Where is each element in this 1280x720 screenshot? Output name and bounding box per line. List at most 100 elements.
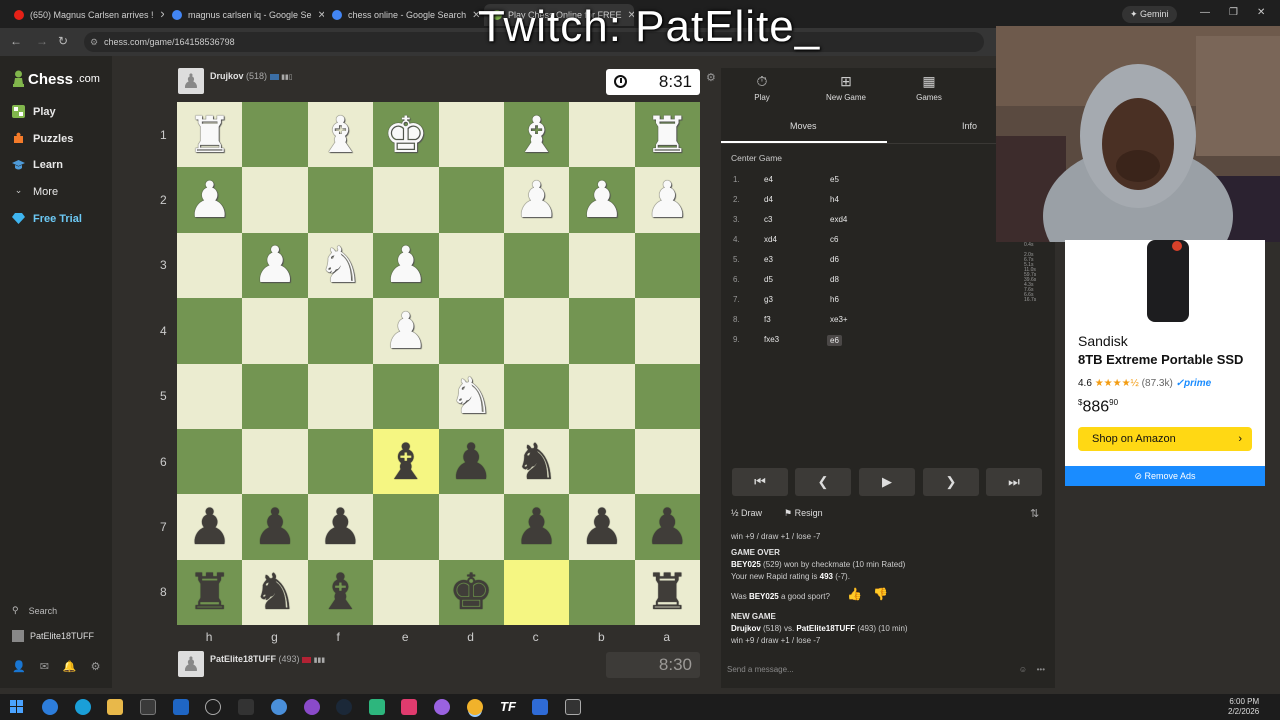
chat-name[interactable]: BEY025 (749, 592, 779, 601)
app-icon[interactable]: TF (500, 699, 516, 715)
browser-tab-google-1[interactable]: magnus carlsen iq - Google Se ✕ (164, 4, 324, 26)
board-square[interactable]: ♝ (307, 559, 374, 625)
board-square[interactable] (569, 298, 635, 364)
white-move[interactable]: fxe3 (764, 335, 779, 344)
outlook-icon[interactable] (173, 699, 189, 715)
board-square[interactable] (438, 167, 504, 233)
white-move[interactable]: f3 (764, 315, 771, 324)
ad-product-title[interactable]: 8TB Extreme Portable SSD (1078, 352, 1243, 367)
play-moves-button[interactable]: ▶ (859, 468, 915, 496)
board-square[interactable] (569, 102, 635, 168)
board-square[interactable] (177, 428, 243, 495)
system-clock[interactable]: 6:00 PM 2/2/2026 (1228, 697, 1259, 717)
white-rook-piece[interactable]: ♜ (645, 110, 690, 160)
black-knight-piece[interactable]: ♞ (253, 567, 298, 617)
board-square[interactable] (503, 232, 570, 299)
tiktok-icon[interactable] (401, 699, 417, 715)
black-pawn-piece[interactable]: ♟ (580, 502, 625, 552)
board-square[interactable]: ♚ (373, 102, 439, 168)
tab-games[interactable]: ▦ Games (889, 73, 969, 102)
file-explorer-icon[interactable] (107, 699, 123, 715)
messages-icon[interactable]: ✉ (40, 660, 49, 673)
chat-name[interactable]: Drujkov (731, 624, 761, 633)
black-bishop-piece[interactable]: ♝ (318, 567, 363, 617)
black-rook-piece[interactable]: ♜ (187, 567, 232, 617)
board-square[interactable] (569, 363, 635, 429)
board-square[interactable] (242, 363, 308, 429)
board-settings-icon[interactable]: ⚙ (706, 71, 716, 84)
white-pawn-piece[interactable]: ♟ (187, 175, 232, 225)
edge-icon[interactable] (75, 699, 91, 715)
gemini-button[interactable]: ✦ Gemini (1122, 6, 1177, 23)
black-move[interactable]: xe3+ (830, 315, 848, 324)
board-square[interactable] (242, 102, 308, 168)
board-square[interactable]: ♟ (373, 298, 439, 364)
forward-icon[interactable]: → (36, 34, 48, 48)
sidebar-item-play[interactable]: Play (12, 105, 56, 118)
first-move-button[interactable]: ⏮ (732, 468, 788, 496)
chat-input[interactable]: Send a message... ☺ ••• (721, 660, 1055, 680)
sidebar-item-learn[interactable]: Learn (12, 158, 63, 171)
board-square[interactable]: ♟ (503, 494, 570, 560)
sidebar-item-free-trial[interactable]: Free Trial (12, 212, 82, 225)
board-square[interactable] (569, 232, 635, 299)
board-square[interactable] (307, 363, 374, 429)
white-pawn-piece[interactable]: ♟ (645, 175, 690, 225)
opening-name[interactable]: Center Game (731, 153, 782, 163)
board-square[interactable] (373, 559, 439, 625)
board-square[interactable] (242, 428, 308, 495)
prev-move-button[interactable]: ❮ (795, 468, 851, 496)
steam-icon[interactable] (336, 699, 352, 715)
board-square[interactable]: ♟ (242, 494, 308, 560)
shop-on-amazon-button[interactable]: Shop on Amazon › (1078, 427, 1252, 451)
board-square[interactable] (307, 298, 374, 364)
board-square[interactable]: ♟ (177, 494, 243, 560)
black-move[interactable]: exd4 (830, 215, 847, 224)
black-move[interactable]: e5 (830, 175, 839, 184)
sidebar-search[interactable]: ⚲ Search (12, 605, 57, 616)
board-square[interactable]: ♟ (242, 232, 308, 299)
sidebar-user[interactable]: PatElite18TUFF (12, 630, 94, 642)
board-square[interactable]: ♝ (503, 102, 570, 168)
white-bishop-piece[interactable]: ♝ (318, 110, 363, 160)
site-info-icon[interactable]: ⚙ (90, 32, 98, 52)
more-options-icon[interactable]: ••• (1037, 660, 1045, 680)
browser-tab-youtube[interactable]: (650) Magnus Carlsen arrives ! ✕ (6, 4, 164, 26)
black-move[interactable]: e6 (827, 335, 842, 346)
white-move[interactable]: c3 (764, 215, 772, 224)
black-bishop-piece[interactable]: ♝ (383, 437, 428, 487)
black-knight-piece[interactable]: ♞ (514, 437, 559, 487)
board-square[interactable] (503, 363, 570, 429)
board-square[interactable]: ♟ (177, 167, 243, 233)
board-square[interactable] (307, 167, 374, 233)
board-square[interactable] (634, 232, 700, 299)
board-square[interactable] (373, 494, 439, 560)
black-move[interactable]: c6 (830, 235, 838, 244)
white-move[interactable]: d5 (764, 275, 773, 284)
black-pawn-piece[interactable]: ♟ (449, 437, 494, 487)
white-move[interactable]: e3 (764, 255, 773, 264)
black-pawn-piece[interactable]: ♟ (514, 502, 559, 552)
black-move[interactable]: d8 (830, 275, 839, 284)
board-square[interactable]: ♟ (373, 232, 439, 299)
resign-button[interactable]: ⚑ Resign (784, 508, 823, 519)
chess-board[interactable]: ♜ ♝ ♚ ♝ ♜ ♟ ♟ ♟ ♟ ♟ ♞ ♟ ♟ ♞ ♝ ♟ ♞ ♟ ♟ ♟ ♟ ♟ ♟ ♜ ♞ ♝ ♚ ♜ 1 2 3 4 5 6 7 8 h g f e… (160, 102, 700, 644)
white-pawn-piece[interactable]: ♟ (514, 175, 559, 225)
emoji-icon[interactable]: ☺ (1019, 660, 1027, 680)
next-move-button[interactable]: ❯ (923, 468, 979, 496)
board-square[interactable] (177, 298, 243, 364)
chat-name[interactable]: PatElite18TUFF (796, 624, 855, 633)
board-square[interactable]: ♟ (634, 167, 700, 233)
sidebar-item-puzzles[interactable]: Puzzles (12, 132, 73, 145)
app-icon[interactable] (434, 699, 450, 715)
back-icon[interactable]: ← (10, 34, 22, 48)
board-square[interactable] (569, 559, 635, 625)
close-window-icon[interactable]: ✕ (1257, 7, 1265, 18)
white-move[interactable]: d4 (764, 195, 773, 204)
minimize-icon[interactable]: — (1200, 7, 1210, 18)
board-square[interactable] (373, 167, 439, 233)
board-square[interactable]: ♟ (634, 494, 700, 560)
black-pawn-piece[interactable]: ♟ (645, 502, 690, 552)
board-square[interactable]: ♞ (438, 363, 504, 429)
black-move[interactable]: h4 (830, 195, 839, 204)
